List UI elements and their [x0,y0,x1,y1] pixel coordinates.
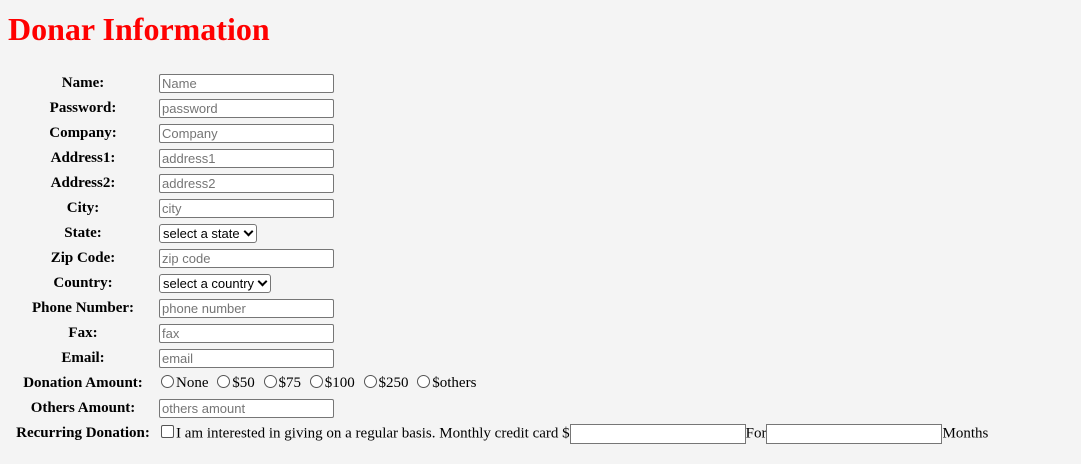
recurring-checkbox[interactable] [161,424,174,438]
recurring-text: I am interested in giving on a regular b… [176,425,570,441]
name-label: Name: [61,75,105,91]
form-row-city: City: [10,197,989,220]
months-input[interactable] [766,423,943,444]
donor-form-page: Donar Information Name: Password: Compan… [0,0,1081,464]
address1-label: Address1: [50,150,116,166]
form-row-address1: Address1: [10,147,989,170]
form-row-zip: Zip Code: [10,247,989,270]
donor-form: Name: Password: Company: Address1: Addre… [8,70,991,447]
address2-label: Address2: [50,175,116,191]
state-select-value: select a state [163,226,240,241]
zip-label: Zip Code: [50,250,116,266]
form-row-others-amount: Others Amount: [10,397,989,420]
company-label: Company: [49,125,117,141]
address2-input[interactable] [159,174,334,193]
address1-input[interactable] [159,149,334,168]
email-input[interactable] [159,349,334,368]
fax-label: Fax: [68,325,98,341]
phone-input[interactable] [159,299,334,318]
country-select-value: select a country [163,276,255,291]
form-row-password: Password: [10,97,989,120]
others-amount-label: Others Amount: [30,400,136,416]
months-label: Months [942,425,989,441]
country-select[interactable]: select a country [159,274,272,293]
form-row-donation: Donation Amount: None $50 $75 $100 $250 … [10,372,989,395]
state-label: State: [64,225,102,241]
email-label: Email: [61,350,105,366]
company-input[interactable] [159,124,334,143]
form-row-email: Email: [10,347,989,370]
donation-option-label: $75 [278,375,302,391]
donation-radio-none[interactable] [161,375,174,388]
form-row-country: Country: select a country [10,272,989,295]
state-select[interactable]: select a state [159,224,257,243]
others-amount-input[interactable] [159,399,334,418]
form-row-recurring: Recurring Donation: I am interested in g… [10,422,989,445]
donation-option-label: $250 [378,375,409,391]
password-input[interactable] [159,99,334,118]
form-row-name: Name: [10,72,989,95]
form-row-state: State: select a state [10,222,989,245]
monthly-amount-input[interactable] [569,423,746,444]
city-input[interactable] [159,199,334,218]
country-label: Country: [53,275,113,291]
donation-option-label: $50 [232,375,255,391]
form-row-phone: Phone Number: [10,297,989,320]
donation-radio-50[interactable] [217,375,231,388]
donation-radio-100[interactable] [309,375,323,388]
donation-option-label: $100 [324,375,355,391]
page-title: Donar Information [8,11,270,47]
city-label: City: [66,200,100,216]
for-label: For [745,425,767,441]
donation-radio-others[interactable] [417,375,431,388]
zip-input[interactable] [159,249,334,268]
donation-option-label: $others [432,375,477,391]
donation-radio-250[interactable] [363,375,377,388]
phone-label: Phone Number: [31,300,135,316]
name-input[interactable] [159,74,334,93]
fax-input[interactable] [159,324,334,343]
donation-option-label: None [176,375,209,391]
form-row-address2: Address2: [10,172,989,195]
chevron-down-icon [243,226,254,237]
chevron-down-icon [257,276,268,287]
recurring-label: Recurring Donation: [16,425,150,441]
form-row-fax: Fax: [10,322,989,345]
donation-label: Donation Amount: [23,375,143,391]
form-row-company: Company: [10,122,989,145]
donation-radio-75[interactable] [263,375,277,388]
password-label: Password: [49,100,117,116]
